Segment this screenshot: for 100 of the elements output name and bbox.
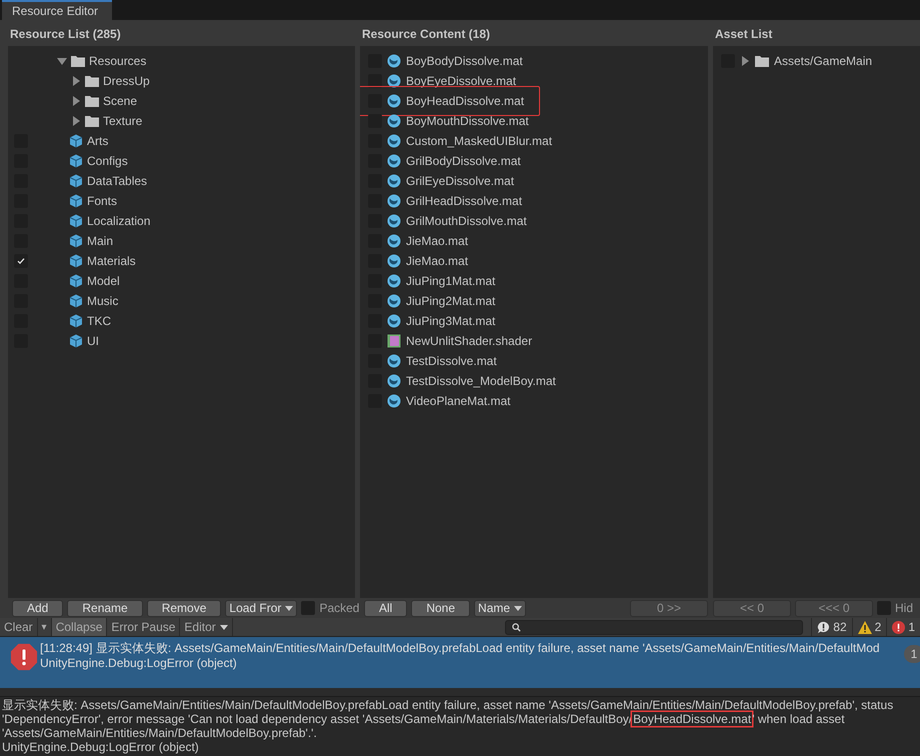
file-item[interactable]: JiuPing2Mat.mat	[406, 294, 496, 308]
sphere-icon	[387, 374, 401, 388]
file-item[interactable]: NewUnlitShader.shader	[406, 334, 532, 348]
sphere-icon	[387, 214, 401, 228]
sort-dropdown[interactable]: Name	[474, 600, 526, 616]
tree-item[interactable]: TKC	[87, 314, 111, 328]
console-button[interactable]: Error Pause	[107, 618, 180, 636]
tree-item[interactable]: DataTables	[87, 174, 148, 188]
window-tab[interactable]: Resource Editor	[2, 0, 112, 20]
cube-icon	[69, 154, 83, 168]
checkbox-label: Hid	[895, 601, 914, 615]
sphere-icon	[387, 134, 401, 148]
file-item[interactable]: BoyHeadDissolve.mat	[406, 94, 524, 108]
expanded-arrow-icon[interactable]	[57, 56, 67, 66]
sphere-icon	[387, 294, 401, 308]
cube-icon	[69, 254, 83, 268]
count-badge: 1	[904, 645, 920, 663]
cube-icon	[69, 274, 83, 288]
file-item[interactable]: JiuPing3Mat.mat	[406, 314, 496, 328]
tree-item[interactable]: UI	[87, 334, 99, 348]
collapsed-arrow-icon[interactable]	[71, 116, 81, 126]
sphere-icon	[387, 234, 401, 248]
log-count[interactable]: 82	[811, 618, 852, 636]
caret-icon	[285, 606, 294, 610]
tree-item[interactable]: Configs	[87, 154, 128, 168]
sphere-icon	[387, 94, 401, 108]
log-count[interactable]: 2	[852, 618, 886, 636]
collapsed-arrow-icon[interactable]	[71, 76, 81, 86]
file-item[interactable]: GrilMouthDissolve.mat	[406, 214, 527, 228]
cube-icon	[69, 334, 83, 348]
tree-item[interactable]: Scene	[103, 94, 138, 108]
tree-item[interactable]: Arts	[87, 134, 108, 148]
file-item[interactable]: TestDissolve.mat	[406, 354, 497, 368]
stack-trace-text: UnityEngine.Debug:LogError (object)	[2, 740, 200, 754]
tree-item[interactable]: Resources	[89, 54, 146, 68]
toolbar-button[interactable]: All	[364, 600, 408, 616]
log-entry[interactable]: [11:28:49] 显示实体失败: Assets/GameMain/Entities/Main/DefaultModelBoy.prefabLoad entity failure, asset name 'Assets/GameMain/Entities/Main/DefaultMod UnityEngine.Debug:LogError (object) 1	[0, 637, 920, 688]
file-item[interactable]: BoyMouthDissolve.mat	[406, 114, 529, 128]
file-item[interactable]: GrilEyeDissolve.mat	[406, 174, 514, 188]
checkbox[interactable]	[301, 601, 316, 615]
load-dropdown[interactable]: Load Fror	[225, 600, 298, 616]
tree-item[interactable]: Materials	[87, 254, 136, 268]
search-field[interactable]	[505, 620, 804, 635]
toolbar-button[interactable]: Remove	[146, 600, 222, 616]
sphere-icon	[387, 54, 401, 68]
tree-item[interactable]: Model	[87, 274, 120, 288]
file-item[interactable]: TestDissolve_ModelBoy.mat	[406, 374, 556, 388]
toolbar-button[interactable]: None	[411, 600, 470, 616]
caret-icon	[514, 606, 522, 610]
file-item[interactable]: Custom_MaskedUIBlur.mat	[406, 134, 552, 148]
panel-title: Resource Content (18)	[361, 26, 492, 43]
tree-item[interactable]: Fonts	[87, 194, 118, 208]
collapsed-arrow-icon[interactable]	[71, 96, 81, 106]
log-count[interactable]: 1	[886, 618, 920, 636]
toolbar-button[interactable]: Add	[12, 600, 64, 616]
log-message: UnityEngine.Debug:LogError (object)	[40, 656, 238, 671]
tree-item[interactable]: Localization	[87, 214, 150, 228]
sphere-icon	[387, 314, 401, 328]
error-icon	[10, 643, 38, 671]
cube-icon	[69, 174, 83, 188]
folder-icon	[85, 95, 99, 107]
check-icon	[16, 256, 26, 266]
tree-item[interactable]: Assets/GameMain	[774, 54, 872, 68]
tree-item[interactable]: Music	[87, 294, 118, 308]
console-button[interactable]: Clear	[0, 618, 38, 636]
file-item[interactable]: GrilHeadDissolve.mat	[406, 194, 522, 208]
log-detail-text: 显示实体失败: Assets/GameMain/Entities/Main/DefaultModelBoy.prefabLoad entity failure, asset name 'Assets/GameMain/Entities/Main/DefaultModelBoy.prefab', status 'DependencyError', error message 'Can not load dependency asset 'Assets/GameMain/Materials/Materials/DefaultBoy/BoyHeadDissolve.mat' when load asset 'Assets/GameMain/Entities/Main/DefaultModelBoy.prefab'.'.	[2, 698, 894, 740]
panel-title: Resource List (285)	[9, 26, 122, 43]
collapsed-arrow-icon[interactable]	[740, 56, 750, 66]
log-message: [11:28:49] 显示实体失败: Assets/GameMain/Entities/Main/DefaultModelBoy.prefabLoad entity failure, asset name 'Assets/GameMain/Entities/Main/DefaultMod	[40, 641, 880, 656]
cube-icon	[69, 294, 83, 308]
file-item[interactable]: JieMao.mat	[406, 234, 468, 248]
file-item[interactable]: JieMao.mat	[406, 254, 468, 268]
checkbox[interactable]	[877, 601, 891, 615]
file-item[interactable]: JiuPing1Mat.mat	[406, 274, 496, 288]
file-item[interactable]: GrilBodyDissolve.mat	[406, 154, 521, 168]
search-icon	[512, 623, 522, 632]
cube-icon	[69, 214, 83, 228]
error-icon	[892, 620, 906, 634]
sphere-icon	[387, 114, 401, 128]
shader-file-icon	[387, 334, 401, 348]
cube-icon	[69, 194, 83, 208]
file-item[interactable]: VideoPlaneMat.mat	[406, 394, 511, 408]
info-bubble-icon	[817, 620, 830, 634]
sphere-icon	[387, 154, 401, 168]
toolbar-button[interactable]: Rename	[67, 600, 143, 616]
sphere-icon	[387, 174, 401, 188]
checkbox[interactable]	[368, 74, 382, 88]
file-item[interactable]: BoyBodyDissolve.mat	[406, 54, 523, 68]
editor-dropdown[interactable]: Editor	[180, 618, 233, 636]
tree-item[interactable]: Texture	[103, 114, 142, 128]
folder-icon	[85, 115, 99, 127]
warning-icon	[858, 620, 872, 634]
file-item[interactable]: BoyEyeDissolve.mat	[406, 74, 516, 88]
tree-item[interactable]: DressUp	[103, 74, 150, 88]
checkbox[interactable]	[368, 114, 382, 128]
sphere-icon	[387, 74, 401, 88]
checkbox[interactable]	[14, 254, 28, 268]
tree-item[interactable]: Main	[87, 234, 114, 248]
sphere-icon	[387, 194, 401, 208]
